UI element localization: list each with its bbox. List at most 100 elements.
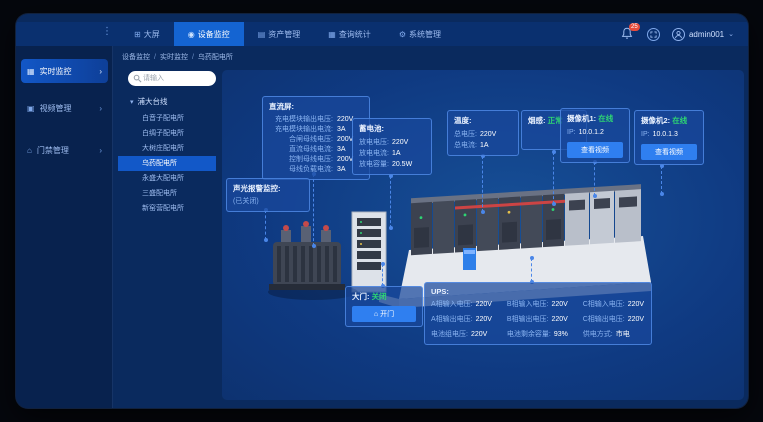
chevron-down-icon: ⌄	[728, 30, 734, 38]
field-value: 220V	[480, 131, 496, 138]
app-window: ⋮ ⊞ 大屏 ◉ 设备监控 ▤ 资产管理 ▦ 查询统计 ⚙ 系统管理	[16, 14, 748, 408]
avatar	[672, 28, 685, 41]
tree-item[interactable]: 大树庄配电所	[118, 141, 216, 156]
connector-line	[553, 152, 554, 204]
field-value: 220V	[476, 316, 492, 323]
tab-asset-management[interactable]: ▤ 资产管理	[244, 22, 315, 46]
card-door: 大门: 关闭 ⌂ 开门	[345, 286, 423, 327]
tree-group-node[interactable]: ▾ 浦大台线	[130, 96, 168, 107]
statistics-icon: ▦	[328, 30, 336, 39]
field-value: 1A	[392, 150, 401, 157]
sidebar-item-access-control[interactable]: ⌂ 门禁管理 ›	[21, 138, 108, 162]
field-label: IP:	[567, 129, 576, 136]
view-video-button[interactable]: 查看视频	[567, 142, 623, 158]
field-label: 总电压:	[454, 131, 477, 138]
field-label: B相输出电压:	[507, 316, 549, 323]
connector-line	[382, 264, 383, 286]
monitor-grid-icon: ▦	[27, 67, 35, 76]
connector-line	[661, 166, 662, 194]
user-menu[interactable]: admin001 ⌄	[672, 28, 734, 41]
username: admin001	[689, 30, 724, 39]
card-title: 温度:	[454, 115, 512, 126]
page-background: ⋮ ⊞ 大屏 ◉ 设备监控 ▤ 资产管理 ▦ 查询统计 ⚙ 系统管理	[0, 0, 763, 422]
dashboard-icon: ⊞	[134, 30, 141, 39]
tree-item[interactable]: 新窑营配电所	[118, 201, 216, 216]
tab-label: 资产管理	[268, 29, 300, 40]
door-open-icon: ⌂	[374, 311, 378, 318]
field-value: 220V	[392, 139, 408, 146]
sidebar-item-label: 实时监控	[40, 66, 72, 77]
field-label: 供电方式:	[583, 331, 613, 338]
menu-dots-icon[interactable]: ⋮	[102, 26, 112, 37]
connector-line	[313, 174, 314, 246]
camera-ip: 10.0.1.2	[579, 129, 604, 136]
user-icon	[674, 30, 683, 39]
breadcrumb-part[interactable]: 实时监控	[160, 54, 188, 61]
video-icon: ▣	[27, 104, 35, 113]
card-title: 直流屏:	[269, 101, 363, 112]
top-nav-tabs: ⊞ 大屏 ◉ 设备监控 ▤ 资产管理 ▦ 查询统计 ⚙ 系统管理	[120, 22, 455, 46]
field-label: C相输出电压:	[583, 316, 625, 323]
card-title: UPS:	[431, 287, 645, 296]
camera-ip: 10.0.1.3	[653, 131, 678, 138]
field-value: 220V	[552, 301, 568, 308]
tab-label: 查询统计	[339, 29, 371, 40]
field-label: 合闸母线电压:	[269, 135, 333, 145]
card-ups: UPS: A相输入电压:220V B相输入电压:220V C相输入电压:220V…	[424, 282, 652, 345]
breadcrumb-part[interactable]: 设备监控	[122, 54, 150, 61]
breadcrumb-part: 乌药配电所	[198, 54, 233, 61]
breadcrumb: 设备监控/实时监控/乌药配电所	[122, 52, 233, 62]
field-label: 放电容量:	[359, 161, 389, 168]
field-label: 电池剩余容量:	[507, 331, 551, 338]
card-battery: 蓄电池: 放电电压:220V 放电电流:1A 放电容量:20.5W	[352, 118, 432, 175]
tree-item[interactable]: 白音子配电所	[118, 111, 216, 126]
field-label: IP:	[641, 131, 650, 138]
monitor-icon: ◉	[188, 30, 195, 39]
door-icon: ⌂	[27, 146, 32, 155]
tab-device-monitor[interactable]: ◉ 设备监控	[174, 22, 244, 46]
status-badge: 关闭	[372, 292, 387, 301]
tab-query-statistics[interactable]: ▦ 查询统计	[314, 22, 385, 46]
chevron-right-icon: ›	[99, 104, 102, 113]
ups-grid: A相输入电压:220V B相输入电压:220V C相输入电压:220V A相输出…	[431, 299, 645, 340]
tab-system-management[interactable]: ⚙ 系统管理	[385, 22, 455, 46]
gear-icon: ⚙	[399, 30, 406, 39]
card-title: 摄像机1: 在线	[567, 113, 623, 124]
field-label: 放电电流:	[359, 150, 389, 157]
card-title: 大门: 关闭	[352, 291, 416, 302]
field-label: B相输入电压:	[507, 301, 549, 308]
field-value: 1A	[480, 142, 489, 149]
tree-item[interactable]: 白绸子配电所	[118, 126, 216, 141]
card-sound-light-alarm: 声光报警监控: (已关闭)	[226, 178, 310, 212]
field-value: 20.5W	[392, 161, 412, 168]
field-label: C相输入电压:	[583, 301, 625, 308]
field-label: A相输出电压:	[431, 316, 473, 323]
connector-line	[390, 176, 391, 228]
open-door-button[interactable]: ⌂ 开门	[352, 306, 416, 322]
notification-badge: 25	[629, 23, 640, 31]
view-video-button[interactable]: 查看视频	[641, 144, 697, 160]
asset-icon: ▤	[258, 30, 266, 39]
left-sidebar: ▦ 实时监控 › ▣ 视频管理 › ⌂ 门禁管理 ›	[16, 46, 113, 408]
field-value: 220V	[476, 301, 492, 308]
tree-item-selected[interactable]: 乌药配电所	[118, 156, 216, 171]
field-label: 充电模块输出电压:	[269, 115, 333, 125]
connector-line	[265, 210, 266, 240]
field-value: 220V	[552, 316, 568, 323]
field-value: 93%	[554, 331, 568, 338]
notifications-button[interactable]: 25	[621, 27, 635, 41]
field-label: 总电流:	[454, 142, 477, 149]
tab-dashboard[interactable]: ⊞ 大屏	[120, 22, 174, 46]
search-input[interactable]	[128, 71, 216, 86]
tree-item[interactable]: 三盛配电所	[118, 186, 216, 201]
field-label: A相输入电压:	[431, 301, 473, 308]
sidebar-item-label: 视频管理	[40, 103, 72, 114]
field-label: 充电模块输出电流:	[269, 125, 333, 135]
sidebar-item-realtime-monitor[interactable]: ▦ 实时监控 ›	[21, 59, 108, 83]
field-label: 放电电压:	[359, 139, 389, 146]
fullscreen-button[interactable]	[647, 28, 660, 41]
tree-collapse-icon: ▾	[130, 98, 134, 106]
card-temperature: 温度: 总电压:220V 总电流:1A	[447, 110, 519, 156]
tree-item[interactable]: 永盛大配电所	[118, 171, 216, 186]
sidebar-item-video-management[interactable]: ▣ 视频管理 ›	[21, 96, 108, 120]
